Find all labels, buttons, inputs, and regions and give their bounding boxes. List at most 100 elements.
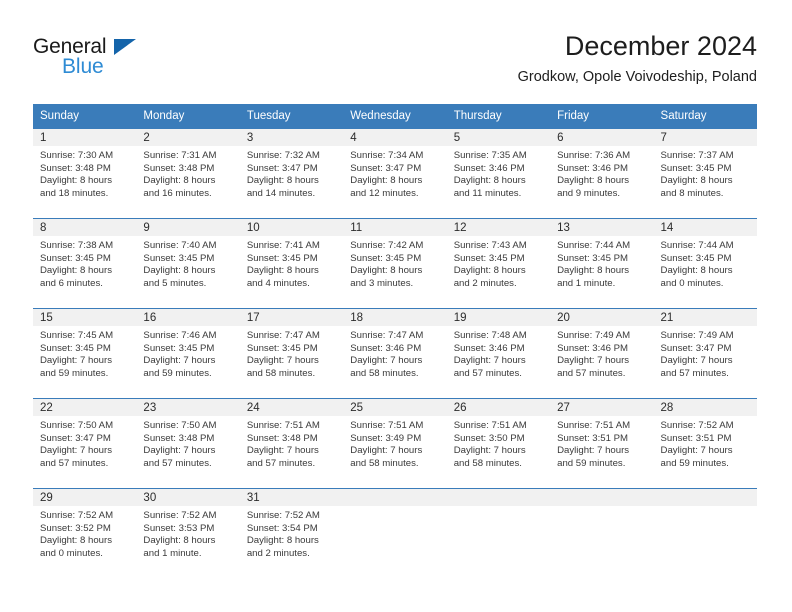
- day-daylight-text: and 57 minutes.: [660, 367, 729, 379]
- day-details: Sunrise: 7:49 AM Sunset: 3:47 PM Daylight:…: [654, 326, 757, 380]
- calendar-day-cell[interactable]: 3 Sunrise: 7:32 AM Sunset: 3:47 PM Daylight…: [239, 128, 344, 219]
- weekday-header-tuesday: Tuesday: [239, 104, 344, 129]
- calendar-day-cell[interactable]: 1 Sunrise: 7:30 AM Sunset: 3:48 PM Daylight…: [33, 128, 137, 219]
- weekday-header-friday: Friday: [550, 104, 654, 129]
- day-sunrise-text: Sunrise: 7:41 AM: [246, 240, 320, 251]
- day-daylight-text: and 1 minute.: [143, 547, 202, 559]
- day-sunrise-text: Sunrise: 7:52 AM: [660, 420, 734, 431]
- day-sunrise-text: Sunrise: 7:51 AM: [557, 420, 631, 431]
- day-number: [550, 489, 654, 506]
- day-number: [446, 489, 551, 506]
- calendar-day-cell[interactable]: 9 Sunrise: 7:40 AM Sunset: 3:45 PM Daylight…: [136, 218, 240, 309]
- calendar-day-cell[interactable]: 10 Sunrise: 7:41 AM Sunset: 3:45 PM Dayligh…: [239, 218, 344, 309]
- calendar-day-cell[interactable]: 28 Sunrise: 7:52 AM Sunset: 3:51 PM Dayligh…: [653, 398, 757, 489]
- day-sunset-text: Sunset: 3:48 PM: [143, 432, 215, 444]
- day-details: Sunrise: 7:34 AM Sunset: 3:47 PM Daylight:…: [343, 146, 446, 200]
- calendar-day-cell[interactable]: 20 Sunrise: 7:49 AM Sunset: 3:46 PM Dayligh…: [550, 308, 654, 399]
- calendar-day-cell-empty: [550, 488, 654, 578]
- day-daylight-text: Daylight: 7 hours: [350, 445, 423, 457]
- day-details: Sunrise: 7:51 AM Sunset: 3:48 PM Daylight:…: [240, 416, 343, 470]
- calendar-day-cell[interactable]: 27 Sunrise: 7:51 AM Sunset: 3:51 PM Dayligh…: [550, 398, 654, 489]
- calendar-day-cell[interactable]: 2 Sunrise: 7:31 AM Sunset: 3:48 PM Daylight…: [136, 128, 240, 219]
- day-sunrise-text: Sunrise: 7:44 AM: [557, 240, 631, 251]
- calendar-day-cell[interactable]: 12 Sunrise: 7:43 AM Sunset: 3:45 PM Dayligh…: [446, 218, 551, 309]
- day-daylight-text: and 57 minutes.: [143, 457, 212, 469]
- day-details: Sunrise: 7:31 AM Sunset: 3:48 PM Daylight:…: [136, 146, 239, 200]
- day-sunrise-text: Sunrise: 7:51 AM: [453, 420, 527, 431]
- calendar-day-cell[interactable]: 26 Sunrise: 7:51 AM Sunset: 3:50 PM Dayligh…: [446, 398, 551, 489]
- day-details: Sunrise: 7:40 AM Sunset: 3:45 PM Daylight:…: [136, 236, 239, 290]
- day-sunset-text: Sunset: 3:45 PM: [246, 342, 318, 354]
- day-daylight-text: and 9 minutes.: [557, 187, 621, 199]
- calendar-day-cell[interactable]: 5 Sunrise: 7:35 AM Sunset: 3:46 PM Daylight…: [446, 128, 551, 219]
- calendar-day-cell[interactable]: 29 Sunrise: 7:52 AM Sunset: 3:52 PM Dayligh…: [33, 488, 137, 578]
- day-sunrise-text: Sunrise: 7:50 AM: [143, 420, 217, 431]
- day-number: 5: [446, 129, 551, 146]
- day-number: 15: [33, 309, 137, 326]
- day-sunset-text: Sunset: 3:47 PM: [660, 342, 732, 354]
- calendar-day-cell[interactable]: 25 Sunrise: 7:51 AM Sunset: 3:49 PM Dayligh…: [343, 398, 447, 489]
- day-number: 26: [446, 399, 551, 416]
- day-sunrise-text: Sunrise: 7:32 AM: [246, 150, 320, 161]
- calendar-day-cell[interactable]: 23 Sunrise: 7:50 AM Sunset: 3:48 PM Dayligh…: [136, 398, 240, 489]
- calendar-day-cell-empty: [343, 488, 447, 578]
- weekday-header-saturday: Saturday: [653, 104, 757, 129]
- calendar-day-cell[interactable]: 7 Sunrise: 7:37 AM Sunset: 3:45 PM Daylight…: [653, 128, 757, 219]
- calendar-day-cell[interactable]: 16 Sunrise: 7:46 AM Sunset: 3:45 PM Dayligh…: [136, 308, 240, 399]
- day-details: Sunrise: 7:51 AM Sunset: 3:51 PM Daylight:…: [550, 416, 653, 470]
- day-daylight-text: Daylight: 7 hours: [143, 445, 216, 457]
- day-sunset-text: Sunset: 3:46 PM: [557, 342, 629, 354]
- brand-logo[interactable]: General Blue: [33, 36, 233, 86]
- calendar-day-cell[interactable]: 13 Sunrise: 7:44 AM Sunset: 3:45 PM Dayligh…: [550, 218, 654, 309]
- day-details: Sunrise: 7:51 AM Sunset: 3:50 PM Daylight:…: [447, 416, 550, 470]
- day-details: Sunrise: 7:32 AM Sunset: 3:47 PM Daylight:…: [240, 146, 343, 200]
- day-sunrise-text: Sunrise: 7:51 AM: [246, 420, 320, 431]
- day-sunrise-text: Sunrise: 7:37 AM: [660, 150, 734, 161]
- day-details: Sunrise: 7:38 AM Sunset: 3:45 PM Daylight:…: [33, 236, 136, 290]
- day-sunset-text: Sunset: 3:47 PM: [350, 162, 422, 174]
- day-daylight-text: and 59 minutes.: [660, 457, 729, 469]
- day-daylight-text: and 59 minutes.: [143, 367, 212, 379]
- calendar-week-row: 1 Sunrise: 7:30 AM Sunset: 3:48 PM Daylight…: [33, 128, 757, 219]
- calendar-day-cell[interactable]: 31 Sunrise: 7:52 AM Sunset: 3:54 PM Dayligh…: [239, 488, 344, 578]
- day-number: 28: [653, 399, 757, 416]
- day-sunset-text: Sunset: 3:48 PM: [40, 162, 111, 174]
- day-sunset-text: Sunset: 3:45 PM: [660, 162, 732, 174]
- calendar-day-cell[interactable]: 15 Sunrise: 7:45 AM Sunset: 3:45 PM Dayligh…: [33, 308, 137, 399]
- day-daylight-text: Daylight: 8 hours: [143, 265, 216, 277]
- day-details: Sunrise: 7:41 AM Sunset: 3:45 PM Daylight:…: [240, 236, 343, 290]
- calendar-day-cell[interactable]: 24 Sunrise: 7:51 AM Sunset: 3:48 PM Dayligh…: [239, 398, 344, 489]
- calendar-day-cell[interactable]: 21 Sunrise: 7:49 AM Sunset: 3:47 PM Dayligh…: [653, 308, 757, 399]
- day-daylight-text: Daylight: 7 hours: [660, 355, 733, 367]
- calendar-day-cell[interactable]: 22 Sunrise: 7:50 AM Sunset: 3:47 PM Dayligh…: [33, 398, 137, 489]
- day-sunrise-text: Sunrise: 7:48 AM: [453, 330, 527, 341]
- day-daylight-text: Daylight: 8 hours: [660, 265, 733, 277]
- calendar-day-cell[interactable]: 30 Sunrise: 7:52 AM Sunset: 3:53 PM Dayligh…: [136, 488, 240, 578]
- calendar-day-cell[interactable]: 11 Sunrise: 7:42 AM Sunset: 3:45 PM Dayligh…: [343, 218, 447, 309]
- day-sunrise-text: Sunrise: 7:49 AM: [557, 330, 631, 341]
- day-daylight-text: and 8 minutes.: [660, 187, 724, 199]
- day-daylight-text: Daylight: 8 hours: [453, 265, 526, 277]
- day-number: 23: [136, 399, 240, 416]
- calendar-day-cell[interactable]: 17 Sunrise: 7:47 AM Sunset: 3:45 PM Dayligh…: [239, 308, 344, 399]
- calendar-day-cell-empty: [653, 488, 757, 578]
- page-header: General Blue December 2024 Grodkow, Opol…: [0, 0, 792, 104]
- calendar-day-cell[interactable]: 18 Sunrise: 7:47 AM Sunset: 3:46 PM Dayligh…: [343, 308, 447, 399]
- weekday-header-monday: Monday: [136, 104, 240, 129]
- calendar-header-row: Sunday Monday Tuesday Wednesday Thursday Frid…: [33, 104, 757, 129]
- day-number: 24: [239, 399, 344, 416]
- calendar-day-cell[interactable]: 8 Sunrise: 7:38 AM Sunset: 3:45 PM Daylight…: [33, 218, 137, 309]
- calendar-day-cell[interactable]: 19 Sunrise: 7:48 AM Sunset: 3:46 PM Dayligh…: [446, 308, 551, 399]
- day-daylight-text: and 2 minutes.: [246, 547, 310, 559]
- day-number: 22: [33, 399, 137, 416]
- calendar-table: Sunday Monday Tuesday Wednesday Thursday Frid…: [33, 104, 757, 578]
- day-sunset-text: Sunset: 3:48 PM: [143, 162, 215, 174]
- calendar-day-cell[interactable]: 4 Sunrise: 7:34 AM Sunset: 3:47 PM Daylight…: [343, 128, 447, 219]
- day-sunset-text: Sunset: 3:45 PM: [557, 252, 629, 264]
- calendar-day-cell[interactable]: 14 Sunrise: 7:44 AM Sunset: 3:45 PM Dayligh…: [653, 218, 757, 309]
- day-number: 16: [136, 309, 240, 326]
- day-number: 29: [33, 489, 137, 506]
- day-sunset-text: Sunset: 3:45 PM: [660, 252, 732, 264]
- calendar-day-cell[interactable]: 6 Sunrise: 7:36 AM Sunset: 3:46 PM Daylight…: [550, 128, 654, 219]
- day-sunset-text: Sunset: 3:45 PM: [143, 342, 215, 354]
